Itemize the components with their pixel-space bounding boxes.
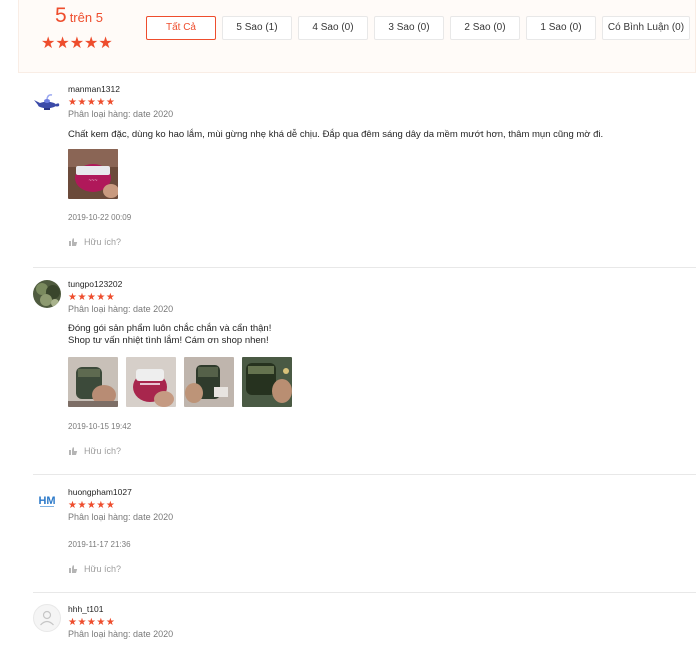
review-date: 2019-11-17 21:36 — [68, 540, 131, 549]
filter-1-star-button[interactable]: 1 Sao (0) — [526, 16, 596, 40]
filter-with-comment-button[interactable]: Có Bình Luận (0) — [602, 16, 690, 40]
filter-5-star-button[interactable]: 5 Sao (1) — [222, 16, 292, 40]
review-item: tungpo123202 ★★★★★ Phân loại hàng: date … — [33, 279, 696, 475]
review-date: 2019-10-22 00:09 — [68, 213, 132, 222]
review-username[interactable]: hhh_t101 — [68, 604, 696, 614]
review-date: 2019-10-15 19:42 — [68, 422, 132, 431]
helpful-button[interactable]: Hữu ích? — [68, 237, 696, 247]
review-stars: ★★★★★ — [68, 617, 116, 628]
default-user-icon[interactable] — [33, 604, 61, 632]
filter-all-button[interactable]: Tất Cả — [146, 16, 216, 40]
thumbs-up-icon — [69, 238, 78, 246]
review-photo[interactable] — [242, 357, 292, 407]
review-comment: Chất kem đặc, dùng ko hao lắm, mùi gừng … — [68, 129, 604, 140]
review-photos: ~~~ — [68, 149, 696, 199]
filter-3-star-button[interactable]: 3 Sao (0) — [374, 16, 444, 40]
rating-suffix: trên 5 — [69, 10, 103, 25]
review-username[interactable]: tungpo123202 — [68, 279, 696, 289]
helpful-button[interactable]: Hữu ích? — [68, 564, 696, 574]
overall-stars: ★★★★★ — [41, 35, 113, 52]
review-stars: ★★★★★ — [68, 97, 116, 108]
helpful-label: Hữu ích? — [84, 446, 122, 456]
review-stars: ★★★★★ — [68, 292, 116, 303]
review-variation: Phân loại hàng: date 2020 — [68, 512, 174, 522]
rating-value: 5 — [55, 4, 67, 27]
review-variation: Phân loại hàng: date 2020 — [68, 629, 174, 639]
helpful-button[interactable]: Hữu ích? — [68, 446, 696, 456]
review-item: HM huongpham1027 ★★★★★ Phân loại hàng: d… — [33, 487, 696, 593]
hm-logo-text: HM — [38, 495, 55, 507]
review-username[interactable]: manman1312 — [68, 84, 696, 94]
filter-2-star-button[interactable]: 2 Sao (0) — [450, 16, 520, 40]
svg-text:~~~: ~~~ — [89, 178, 98, 184]
helpful-label: Hữu ích? — [84, 564, 122, 574]
review-item: manman1312 ★★★★★ Phân loại hàng: date 20… — [33, 84, 696, 268]
review-comment-line: Shop tư vấn nhiệt tình lắm! Cám ơn shop … — [68, 335, 269, 346]
review-username[interactable]: huongpham1027 — [68, 487, 696, 497]
review-photos — [68, 357, 696, 407]
review-photo[interactable]: ~~~ — [68, 149, 118, 199]
review-photo[interactable] — [126, 357, 176, 407]
photo-avatar-icon[interactable] — [33, 280, 61, 308]
thumbs-up-icon — [69, 565, 78, 573]
genie-lamp-icon[interactable] — [33, 88, 61, 116]
review-comment-line: Đóng gói sản phẩm luôn chắc chắn và cẩn … — [68, 323, 272, 334]
overall-rating: 5 trên 5 — [55, 4, 103, 28]
review-photo[interactable] — [68, 357, 118, 407]
review-variation: Phân loại hàng: date 2020 — [68, 304, 174, 314]
review-item: hhh_t101 ★★★★★ Phân loại hàng: date 2020 — [33, 604, 696, 651]
helpful-label: Hữu ích? — [84, 237, 122, 247]
review-variation: Phân loại hàng: date 2020 — [68, 109, 174, 119]
review-stars: ★★★★★ — [68, 500, 116, 511]
review-comment: Đóng gói sản phẩm luôn chắc chắn và cẩn … — [68, 323, 696, 347]
thumbs-up-icon — [69, 447, 78, 455]
review-photo[interactable] — [184, 357, 234, 407]
filter-4-star-button[interactable]: 4 Sao (0) — [298, 16, 368, 40]
hm-logo-icon[interactable]: HM — [33, 487, 61, 515]
